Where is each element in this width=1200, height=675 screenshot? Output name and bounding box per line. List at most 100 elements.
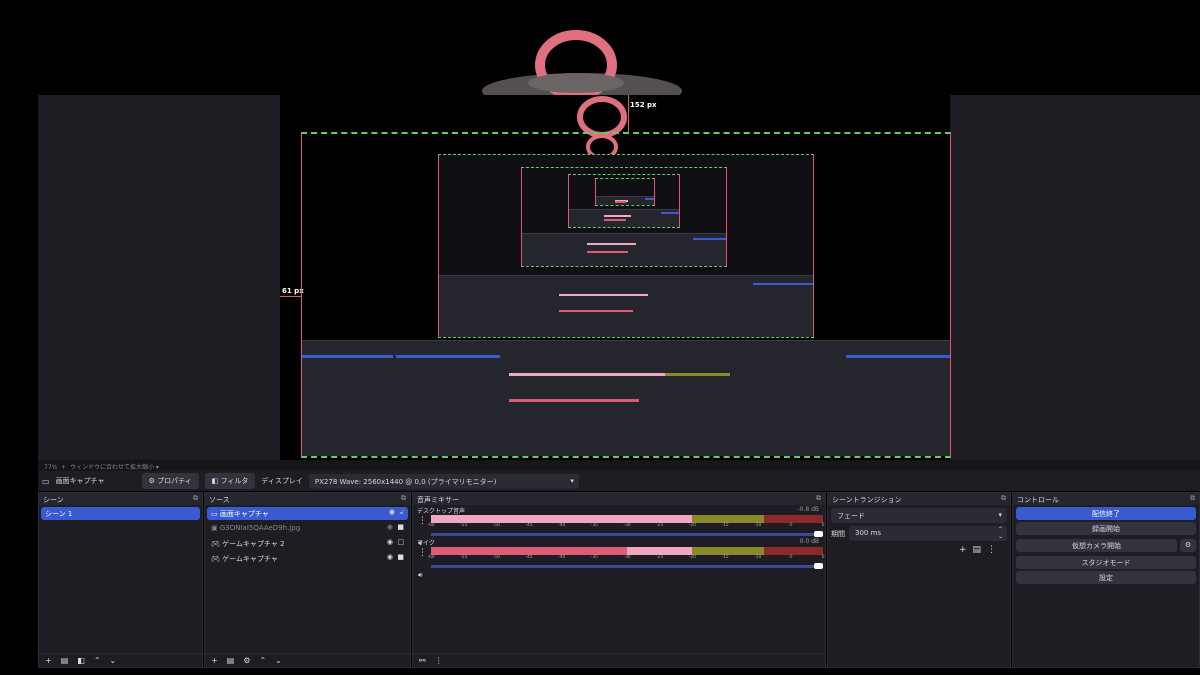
start-recording-button[interactable]: 録画開始 <box>1016 522 1196 535</box>
nested-preview-frame <box>568 174 680 228</box>
eye-icon[interactable]: ◉ <box>387 538 393 546</box>
eye-icon[interactable]: ◉ <box>387 553 393 561</box>
trash-icon[interactable]: ▤ <box>61 656 69 665</box>
nested-preview-frame <box>595 178 655 206</box>
link-icon[interactable]: ⚯ <box>419 656 426 665</box>
source-item[interactable]: ▣ G3ONIaI5QAAeD9h.jpg ◉ ■ <box>207 522 408 535</box>
chevron-up-icon[interactable]: ⌃ <box>94 656 101 665</box>
mixer-channel: マイク 0.0 dB ⋮ -60 -55 -50 -45 -40 -35 -30 -25 -20… <box>413 537 825 579</box>
meter-tick-label: -5 <box>788 555 793 560</box>
unlock-icon[interactable]: 🔓︎ <box>399 508 404 516</box>
channel-db: -0.8 dB <box>797 506 819 513</box>
zoom-level[interactable]: 77% <box>44 464 57 471</box>
chevron-down-icon: ▾ <box>570 476 574 485</box>
preview-canvas[interactable]: 152 px 61 px <box>280 95 951 460</box>
preview-status-bar: 77% + ウィンドウに合わせて拡大縮小 ▾ <box>38 460 1200 471</box>
selected-source-bounds[interactable] <box>301 132 951 458</box>
meter-tick-label: -40 <box>557 555 566 560</box>
lock-icon[interactable]: ■ <box>397 523 404 531</box>
meter-tick-label: -50 <box>492 555 501 560</box>
meter-tick-label: -40 <box>557 523 566 528</box>
nested-obs-ui <box>302 340 950 456</box>
unlock-icon[interactable]: □ <box>397 538 404 546</box>
scene-item[interactable]: シーン 1 <box>41 507 200 520</box>
measure-left-line <box>280 296 301 297</box>
menu-dots-icon[interactable]: ⋮ <box>418 548 427 558</box>
nested-obs-ui <box>596 196 654 205</box>
chevron-down-icon[interactable]: ⌄ <box>275 656 282 665</box>
gear-icon[interactable]: ⚙ <box>243 656 250 665</box>
chevron-down-icon[interactable]: ⌄ <box>110 656 117 665</box>
properties-button[interactable]: ⚙ プロパティ <box>141 473 199 489</box>
source-label: ゲームキャプチャ 2 <box>222 540 285 548</box>
stop-streaming-button[interactable]: 配信終了 <box>1016 507 1196 520</box>
audio-mixer-dock: 音声ミキサー ⧉ デスクトップ音声 -0.8 dB ⋮ -60 -55 -50 -45-… <box>412 492 826 668</box>
start-virtual-camera-button[interactable]: 仮想カメラ開始 <box>1016 539 1177 552</box>
undock-icon[interactable]: ⧉ <box>1190 494 1195 503</box>
chevron-up-icon[interactable]: ⌃ <box>259 656 266 665</box>
spin-arrows-icon[interactable]: ⌃ ⌄ <box>998 526 1003 540</box>
source-label: 画面キャプチャ <box>219 510 269 518</box>
menu-dots-icon[interactable]: ⋮ <box>435 656 443 665</box>
trash-icon[interactable]: ▤ <box>972 545 987 555</box>
measure-top-label: 152 px <box>630 101 657 109</box>
menu-dots-icon[interactable]: ⋮ <box>418 516 427 526</box>
sources-dock: ソース ⧉ ▭ 画面キャプチャ ◉ 🔓︎ ▣ G3ONIaI5QAAeD9h.jpg… <box>204 492 411 668</box>
duration-label: 期間 <box>831 529 845 538</box>
volume-slider[interactable] <box>431 531 823 537</box>
undock-icon[interactable]: ⧉ <box>193 494 198 503</box>
nested-preview-frame <box>521 167 727 267</box>
meter-tick-label: -10 <box>753 523 762 528</box>
settings-button[interactable]: 設定 <box>1016 571 1196 584</box>
volume-meter <box>431 547 823 555</box>
filters-button[interactable]: ◧ フィルタ <box>204 473 256 489</box>
duration-input[interactable]: 300 ms ⌃ ⌄ <box>849 526 1007 541</box>
mixer-title: 音声ミキサー <box>417 496 459 504</box>
virtual-camera-settings-button[interactable]: ⚙ <box>1180 539 1196 552</box>
source-item[interactable]: 🎮︎ ゲームキャプチャ ◉ ■ <box>207 552 408 565</box>
meter-tick-label: -30 <box>623 555 631 560</box>
add-icon[interactable]: + <box>45 656 52 665</box>
lock-icon[interactable]: ■ <box>397 553 404 561</box>
display-value: PX278 Wave: 2560x1440 @ 0,0 (プライマリモニター) <box>314 477 497 486</box>
volume-slider[interactable] <box>431 563 823 569</box>
meter-tick-label: -55 <box>459 555 468 560</box>
meter-tick-label: -35 <box>590 555 599 560</box>
volume-slider-handle[interactable] <box>814 563 823 569</box>
transition-select[interactable]: フェード ▾ <box>831 508 1007 523</box>
channel-db: 0.0 dB <box>799 538 819 545</box>
eye-icon[interactable]: ◉ <box>389 508 395 516</box>
filter-icon[interactable]: ◧ <box>77 656 85 665</box>
menu-dots-icon[interactable]: ⋮ <box>987 545 1002 555</box>
add-icon[interactable]: + <box>959 545 973 555</box>
display-label: ディスプレイ <box>261 477 303 485</box>
nested-obs-ui <box>569 209 679 227</box>
studio-mode-button[interactable]: スタジオモード <box>1016 556 1196 569</box>
nested-preview-frame <box>438 154 814 338</box>
display-select[interactable]: PX278 Wave: 2560x1440 @ 0,0 (プライマリモニター) ▾ <box>308 473 579 489</box>
meter-tick-label: -15 <box>721 523 729 528</box>
meter-tick-label: -30 <box>623 523 631 528</box>
undock-icon[interactable]: ⧉ <box>816 494 821 503</box>
source-label: ゲームキャプチャ <box>222 555 278 563</box>
measure-top-line <box>628 95 629 132</box>
undock-icon[interactable]: ⧉ <box>401 494 406 503</box>
speaker-icon[interactable]: 🔊︎ <box>418 571 422 580</box>
duration-value: 300 ms <box>855 529 882 537</box>
controls-title: コントロール <box>1017 496 1059 504</box>
trash-icon[interactable]: ▤ <box>227 656 235 665</box>
undock-icon[interactable]: ⧉ <box>1001 494 1006 503</box>
add-icon[interactable]: + <box>211 656 218 665</box>
channel-name: デスクトップ音声 <box>417 508 466 515</box>
scene-transitions-dock: シーントランジション ⧉ フェード ▾ 期間 300 ms ⌃ ⌄ +▤⋮ <box>827 492 1011 668</box>
channel-name: マイク <box>417 540 435 547</box>
meter-tick-label: -20 <box>688 523 697 528</box>
source-item[interactable]: 🎮︎ ゲームキャプチャ 2 ◉ □ <box>207 537 408 550</box>
eye-hidden-icon[interactable]: ◉ <box>387 523 393 531</box>
sources-footer: + ▤ ⚙ ⌃ ⌄ <box>205 653 410 667</box>
volume-meter <box>431 515 823 523</box>
scale-mode[interactable]: ウィンドウに合わせて拡大縮小 <box>70 464 154 471</box>
scenes-title: シーン <box>43 496 64 504</box>
controls-dock: コントロール ⧉ 配信終了 録画開始 仮想カメラ開始 ⚙ スタジオモード 設定 <box>1012 492 1200 668</box>
source-item[interactable]: ▭ 画面キャプチャ ◉ 🔓︎ <box>207 507 408 520</box>
